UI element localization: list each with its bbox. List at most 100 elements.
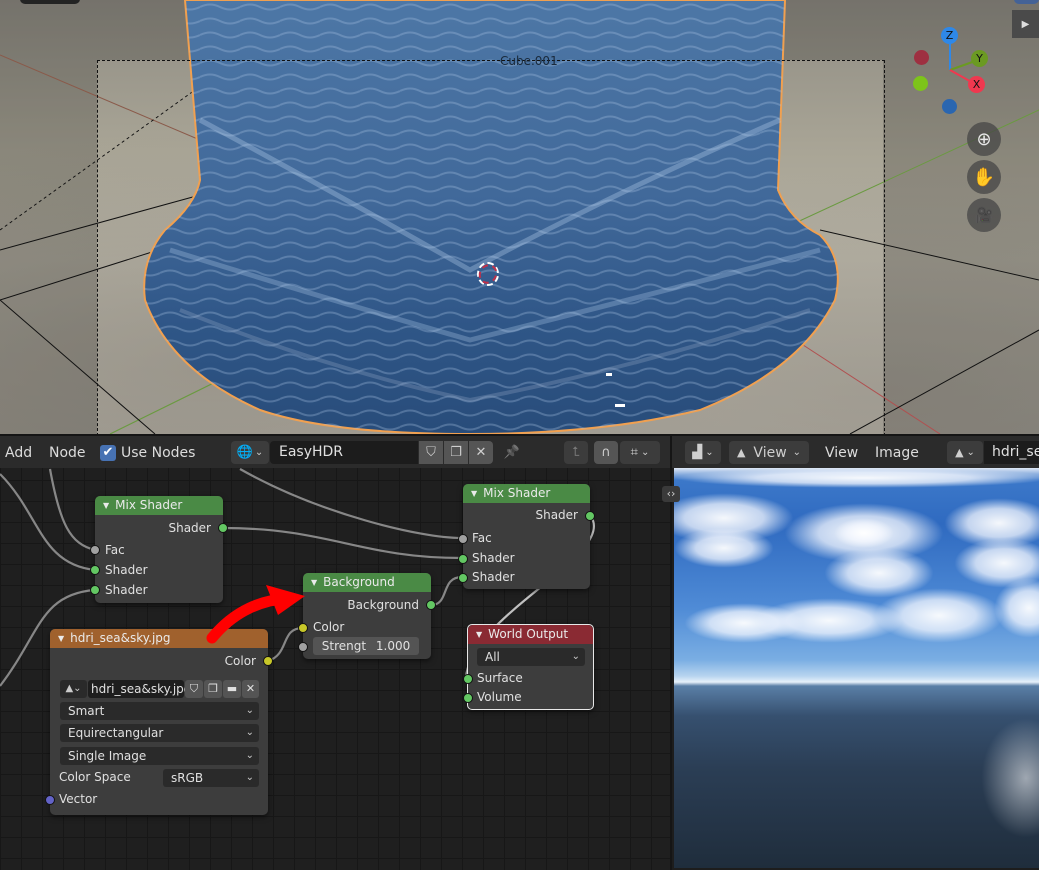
image-browse-button[interactable]: ▲⌄ [60,680,87,698]
link-to-mix2-fac [239,468,463,540]
image-editor[interactable]: ▟ ⌄ ▲ View ⌄ View Image ▲ ⌄ hdri_se [670,434,1039,870]
node-header[interactable]: ▼ Mix Shader [95,496,223,515]
3d-viewport[interactable]: Cube.001 Z Y X ⊕ ✋ 🎥 ▶ [0,0,1039,434]
gizmo-neg-z-axis[interactable] [942,99,957,114]
input-socket-color[interactable] [298,623,308,633]
image-unlink-button[interactable]: ✕ [242,680,259,698]
region-collapse-button[interactable]: ‹› [662,486,680,502]
gizmo-y-axis[interactable]: Y [971,50,988,67]
use-nodes-checkbox[interactable]: ✔ [100,445,116,461]
pan-view-button[interactable]: ✋ [967,160,1001,194]
sidebar-toggle-button[interactable]: ▶ [1012,10,1039,38]
image-fake-user-button[interactable]: ⛉ [185,680,203,698]
use-nodes-label: Use Nodes [121,445,196,461]
output-background-label: Background [347,598,419,612]
projection-value: Equirectangular [68,726,164,740]
node-header[interactable]: ▼ hdri_sea&sky.jpg [50,629,268,648]
parent-node-tree-button[interactable]: ⮤ [564,441,588,464]
collapse-triangle-icon[interactable]: ▼ [476,630,482,639]
image-open-button[interactable]: ▬ [223,680,241,698]
color-space-dropdown[interactable]: sRGB ⌄ [163,769,259,787]
gizmo-neg-x-axis[interactable] [914,50,929,65]
input-socket-shader-2[interactable] [458,573,468,583]
node-editor-header: Add Node ✔ Use Nodes 🌐 ⌄ EasyHDR ⛉ ❐ ✕ 📌… [0,434,670,468]
input-socket-shader-2[interactable] [90,585,100,595]
background-node[interactable]: ▼ Background Background Color Strengt 1.0… [298,573,436,659]
magnet-icon: ∩ [601,445,611,460]
color-space-label: Color Space [59,770,131,784]
camera-view-button[interactable]: 🎥 [967,198,1001,232]
zoom-view-button[interactable]: ⊕ [967,122,1001,156]
image-texture-node[interactable]: ▼ hdri_sea&sky.jpg Color ▲⌄ hdri_sea&sky.… [45,629,273,815]
hdri-image-preview[interactable] [674,468,1039,868]
output-socket-shader[interactable] [218,523,228,533]
input-socket-shader-1[interactable] [90,565,100,575]
input-socket-surface[interactable] [463,674,473,684]
menu-add[interactable]: Add [5,445,32,461]
world-output-node[interactable]: ▼ World Output All ⌄ Surface Volume [463,624,594,710]
gizmo-x-axis[interactable]: X [968,76,985,93]
strength-field[interactable]: Strengt 1.000 [313,637,419,655]
mix-shader-node-1[interactable]: ▼ Mix Shader Shader Fac Shader Shader [90,496,228,603]
gizmo-z-axis[interactable]: Z [941,27,958,44]
chevron-down-icon: ⌄ [254,447,264,458]
link-to-mix1-shader1 [0,473,96,572]
node-header[interactable]: ▼ World Output [468,625,593,644]
unlink-world-button[interactable]: ✕ [469,441,493,464]
shader-node-editor[interactable]: Add Node ✔ Use Nodes 🌐 ⌄ EasyHDR ⛉ ❐ ✕ 📌… [0,434,670,870]
output-socket-shader[interactable] [585,511,595,521]
triangle-right-icon: ▶ [1021,18,1030,30]
collapse-triangle-icon[interactable]: ▼ [58,634,64,643]
projection-dropdown[interactable]: Equirectangular ⌄ [60,724,259,742]
chevron-down-icon: ⌄ [966,447,975,458]
input-volume-label: Volume [477,690,522,704]
menu-view[interactable]: View [825,445,858,461]
image-name-field[interactable]: hdri_sea&sky.jpg [88,680,191,698]
input-shader-1-label: Shader [472,551,515,565]
strength-label: Strengt [321,639,367,653]
image-editor-icon: ▟ [692,445,703,460]
collapse-triangle-icon[interactable]: ▼ [471,489,477,498]
fake-user-button[interactable]: ⛉ [419,441,443,464]
render-target-dropdown[interactable]: All ⌄ [477,648,585,666]
link-bg-to-mix2-shader [430,575,463,607]
input-socket-fac[interactable] [90,545,100,555]
input-socket-volume[interactable] [463,693,473,703]
input-socket-vector[interactable] [45,795,55,805]
menu-node[interactable]: Node [49,445,86,461]
image-name-field[interactable]: hdri_se [984,441,1039,464]
extension-dropdown[interactable]: Single Image ⌄ [60,747,259,765]
node-title: hdri_sea&sky.jpg [70,631,171,645]
menu-image[interactable]: Image [875,445,919,461]
node-header[interactable]: ▼ Mix Shader [463,484,590,503]
world-browse-button[interactable]: 🌐 ⌄ [231,441,269,464]
folder-icon: ▬ [226,682,238,695]
view-mode-dropdown[interactable]: ▲ View ⌄ [729,441,809,464]
chevron-down-icon: ⌄ [245,772,254,783]
image-browse-button[interactable]: ▲ ⌄ [947,441,983,464]
pin-button[interactable]: 📌 [500,441,524,464]
output-socket-background[interactable] [426,600,436,610]
collapse-triangle-icon[interactable]: ▼ [311,578,317,587]
collapse-triangle-icon[interactable]: ▼ [103,501,109,510]
duplicate-world-button[interactable]: ❐ [444,441,468,464]
input-socket-fac[interactable] [458,534,468,544]
link-to-mix1-fac [48,468,96,552]
gizmo-neg-y-axis[interactable] [913,76,928,91]
output-socket-color[interactable] [263,656,273,666]
input-socket-strength[interactable] [298,642,308,652]
mix-shader-node-2[interactable]: ▼ Mix Shader Shader Fac Shader Shader [458,484,595,589]
image-icon: ▲ [65,683,74,694]
camera-frame [97,60,885,434]
view-mode-value: View [753,444,787,461]
node-title: Mix Shader [115,498,183,512]
image-duplicate-button[interactable]: ❐ [204,680,222,698]
world-name-field[interactable]: EasyHDR [270,441,418,464]
hand-icon: ✋ [972,166,996,188]
editor-type-dropdown[interactable]: ▟ ⌄ [685,441,721,464]
node-header[interactable]: ▼ Background [303,573,431,592]
input-socket-shader-1[interactable] [458,554,468,564]
interpolation-dropdown[interactable]: Smart ⌄ [60,702,259,720]
snap-mode-dropdown[interactable]: ⌗ ⌄ [620,441,660,464]
snap-toggle-button[interactable]: ∩ [594,441,618,464]
